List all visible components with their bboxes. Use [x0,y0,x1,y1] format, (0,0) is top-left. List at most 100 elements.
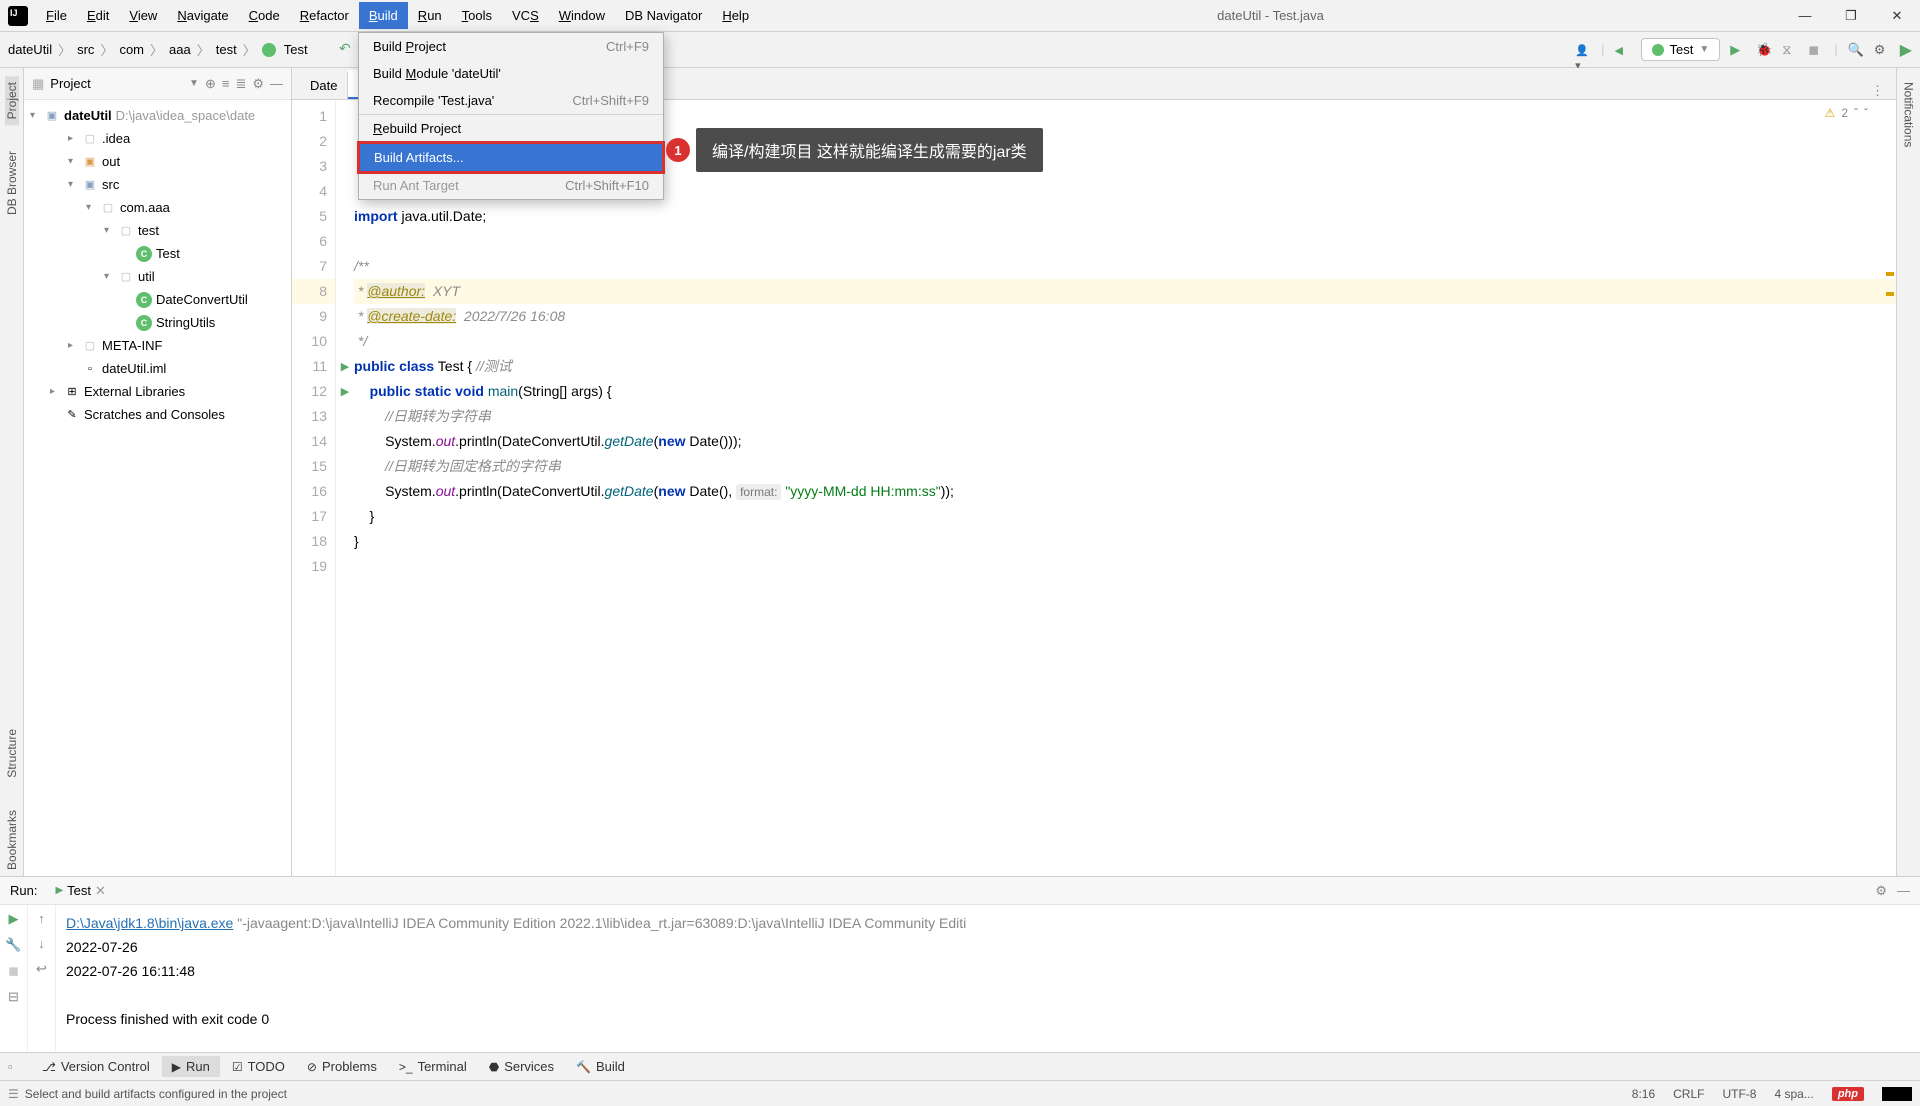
toolwindow-problems[interactable]: ⊘Problems [297,1056,387,1077]
select-opened-file-icon[interactable]: ⊕ [205,76,216,92]
tree-node-stringutils[interactable]: CStringUtils [24,311,291,334]
debug-button[interactable] [1756,42,1772,58]
notifications-tool-tab[interactable]: Notifications [1902,76,1916,153]
breadcrumbs: dateUtil〉src〉com〉aaa〉test〉Test [8,40,308,59]
breadcrumb-test[interactable]: test [216,42,237,57]
code-content[interactable]: il;import java.util.Date;/** * @author: … [354,100,1896,876]
run-tab-test[interactable]: ▶ Test ✕ [45,880,115,902]
close-button[interactable]: ✕ [1874,0,1920,32]
next-highlight-icon[interactable]: ˇ [1864,106,1868,120]
toolwindow-terminal[interactable]: >_Terminal [389,1056,477,1077]
expand-all-icon[interactable]: ≡ [222,76,230,91]
code-with-me-icon[interactable] [1575,42,1591,58]
search-everywhere-icon[interactable] [1848,42,1864,58]
menu-code[interactable]: Code [239,2,290,29]
coverage-button[interactable] [1782,42,1798,58]
run-tab-close-icon[interactable]: ✕ [95,883,106,899]
run-layout-icon[interactable]: ⊟ [8,989,19,1005]
run-settings-icon[interactable]: ⚙ [1875,883,1887,899]
tab-hidden[interactable]: Date [292,72,348,99]
hide-tool-window-icon[interactable]: — [270,76,283,91]
tree-node-dateutil-iml[interactable]: ▫dateUtil.iml [24,357,291,380]
structure-tool-tab[interactable]: Structure [5,723,19,784]
run-config-selector[interactable]: Test ▼ [1641,38,1721,61]
menu-navigate[interactable]: Navigate [167,2,238,29]
tree-node-src[interactable]: ▾▣src [24,173,291,196]
tree-node-external-libraries[interactable]: ▸⊞External Libraries [24,380,291,403]
tree-node-com-aaa[interactable]: ▾▢com.aaa [24,196,291,219]
run-button[interactable] [1730,42,1746,58]
title-bar: FileEditViewNavigateCodeRefactorBuildRun… [0,0,1920,32]
tree-node--idea[interactable]: ▸▢.idea [24,127,291,150]
settings-icon[interactable] [1874,42,1890,58]
menu-view[interactable]: View [119,2,167,29]
tree-node-dateconvertutil[interactable]: CDateConvertUtil [24,288,291,311]
tree-node-test[interactable]: CTest [24,242,291,265]
bookmarks-tool-tab[interactable]: Bookmarks [5,804,19,876]
menu-vcs[interactable]: VCS [502,2,549,29]
menu-edit[interactable]: Edit [77,2,119,29]
menu-tools[interactable]: Tools [452,2,502,29]
run-tool-icon[interactable]: 🔧 [5,937,21,953]
rerun-icon[interactable]: ▶ [9,911,19,927]
tree-node-meta-inf[interactable]: ▸▢META-INF [24,334,291,357]
menu-refactor[interactable]: Refactor [290,2,359,29]
project-settings-icon[interactable]: ⚙ [252,76,264,92]
menu-item-recompile-test-java-[interactable]: Recompile 'Test.java'Ctrl+Shift+F9 [359,87,663,115]
menu-item-build-project[interactable]: Build ProjectCtrl+F9 [359,33,663,60]
menu-item-build-artifacts-[interactable]: Build Artifacts... [357,141,665,174]
menu-build[interactable]: Build [359,2,408,29]
tree-node-out[interactable]: ▾▣out [24,150,291,173]
up-stack-icon[interactable]: ↑ [38,911,45,926]
toolwindow-build[interactable]: 🔨Build [566,1056,635,1077]
inspections-widget[interactable]: ⚠ 2 ˆ ˇ [1825,106,1868,120]
caret-position[interactable]: 8:16 [1632,1087,1655,1101]
status-icon[interactable]: ☰ [8,1087,19,1101]
project-dropdown-icon[interactable]: ▼ [189,78,199,89]
project-tool-tab[interactable]: Project [5,76,19,125]
menu-db-navigator[interactable]: DB Navigator [615,2,712,29]
menu-run[interactable]: Run [408,2,452,29]
toolwindow-version-control[interactable]: ⎇Version Control [32,1056,160,1077]
tree-node-util[interactable]: ▾▢util [24,265,291,288]
build-back-icon[interactable] [1615,42,1631,58]
menu-item-rebuild-project[interactable]: Rebuild Project [359,115,663,143]
breadcrumb-aaa[interactable]: aaa [169,42,191,57]
breadcrumb-dateutil[interactable]: dateUtil [8,42,52,57]
project-tree[interactable]: ▾ ▣ dateUtil D:\java\idea_space\date ▸▢.… [24,100,291,876]
tool-windows-icon[interactable]: ▫ [8,1059,28,1074]
menu-item-build-module-dateutil-[interactable]: Build Module 'dateUtil' [359,60,663,87]
folder-icon: ▢ [82,131,98,147]
tree-node-test[interactable]: ▾▢test [24,219,291,242]
toolwindow-todo[interactable]: ☑TODO [222,1056,295,1077]
db-browser-tool-tab[interactable]: DB Browser [5,145,19,221]
breadcrumb-com[interactable]: com [119,42,144,57]
run-anything-icon[interactable]: ▶ [1900,40,1912,60]
gutter[interactable]: ▶▶ [336,100,354,876]
toolwindow-services[interactable]: ⬣Services [479,1056,564,1077]
menu-help[interactable]: Help [712,2,759,29]
breadcrumb-test[interactable]: Test [284,42,308,57]
file-encoding[interactable]: UTF-8 [1722,1087,1756,1101]
line-separator[interactable]: CRLF [1673,1087,1704,1101]
stop-button[interactable] [1808,42,1824,58]
maximize-button[interactable]: ❐ [1828,0,1874,32]
toolwindow-run[interactable]: ▶Run [162,1056,220,1077]
window-controls: — ❐ ✕ [1782,0,1920,32]
collapse-all-icon[interactable]: ≣ [235,76,246,92]
soft-wrap-icon[interactable]: ↩ [36,961,47,977]
tabs-more-icon[interactable]: ⋮ [1859,83,1896,99]
console-output[interactable]: D:\Java\jdk1.8\bin\java.exe "-javaagent:… [56,905,1920,1052]
breadcrumb-src[interactable]: src [77,42,94,57]
indent-setting[interactable]: 4 spa... [1774,1087,1813,1101]
run-hide-icon[interactable]: — [1897,883,1910,899]
code-editor[interactable]: 12345678910111213141516171819 ▶▶ il;impo… [292,100,1896,876]
tree-node-scratches-and-consoles[interactable]: ✎Scratches and Consoles [24,403,291,426]
menu-window[interactable]: Window [549,2,615,29]
menu-file[interactable]: File [36,2,77,29]
editor-scrollbar[interactable] [1882,100,1896,876]
run-stop-icon[interactable]: ◼ [8,963,19,979]
prev-highlight-icon[interactable]: ˆ [1854,106,1858,120]
minimize-button[interactable]: — [1782,0,1828,32]
down-stack-icon[interactable]: ↓ [38,936,45,951]
